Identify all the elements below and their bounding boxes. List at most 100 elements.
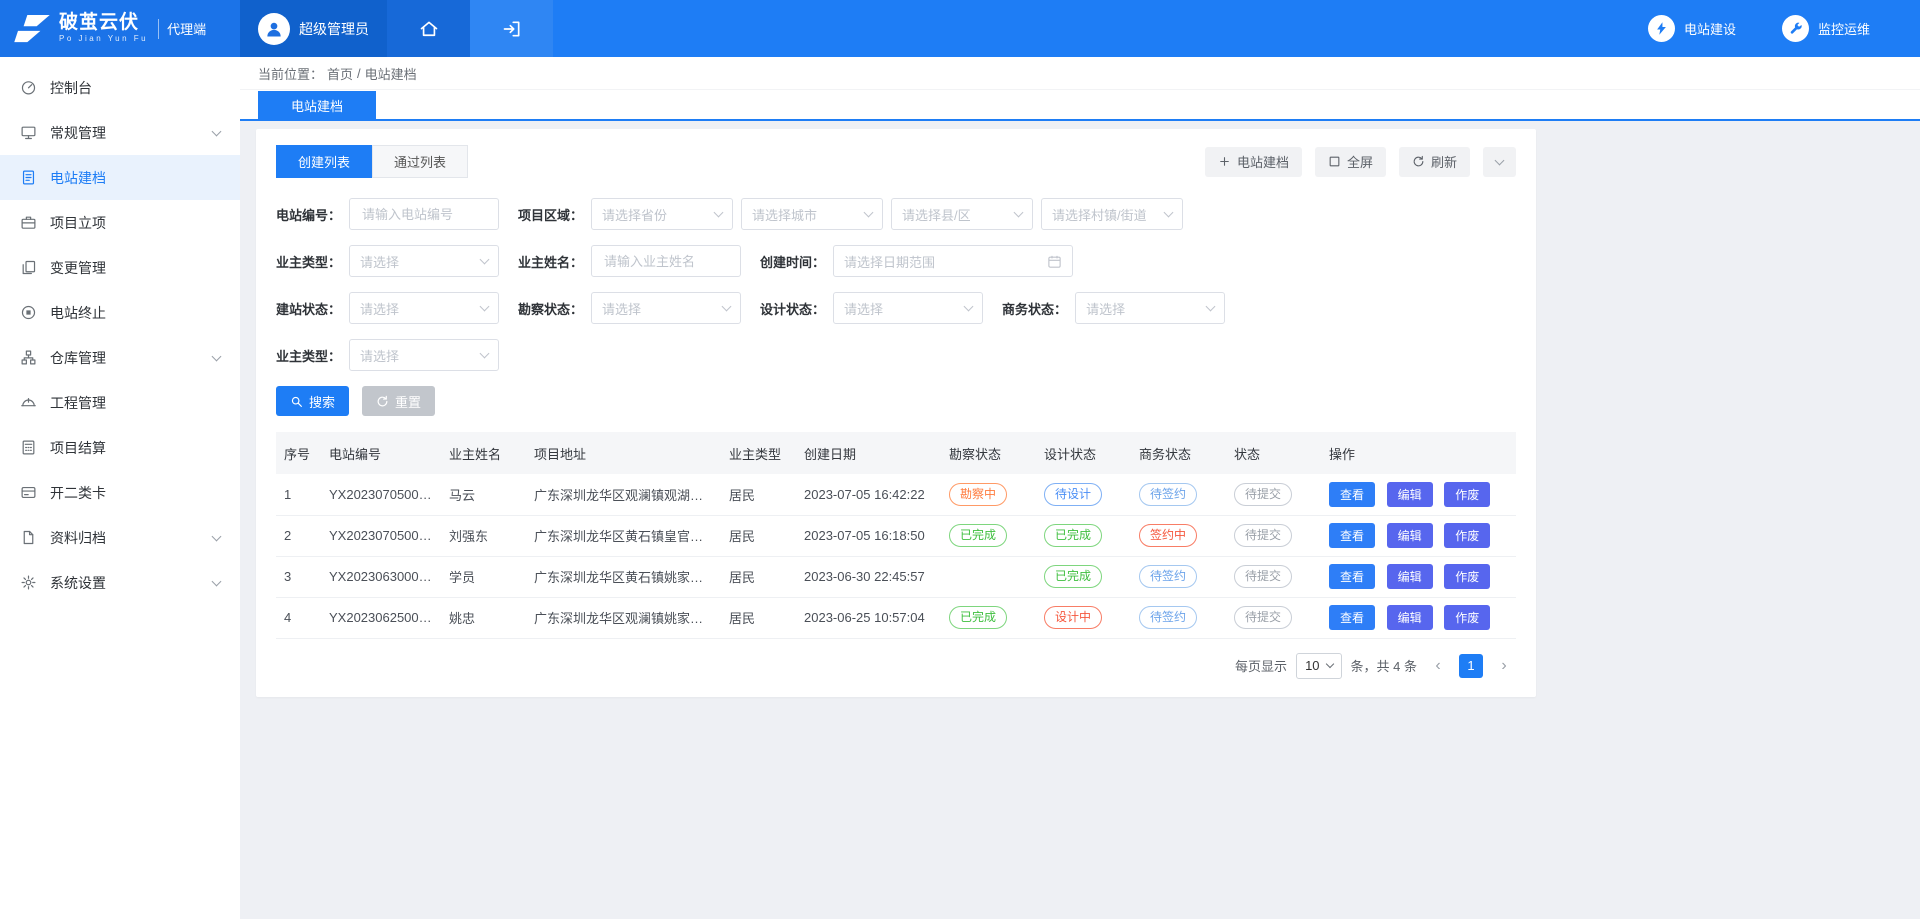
lightning-icon xyxy=(1654,21,1669,36)
calculator-icon xyxy=(20,439,37,456)
table-row: 2 YX2023070500010 刘强东 广东深圳龙华区黄石镇皇官大… 居民 … xyxy=(276,515,1516,556)
chevron-down-icon xyxy=(864,208,874,218)
sidebar-item-engineering-mgmt[interactable]: 工程管理 xyxy=(0,380,240,425)
nav-station-build[interactable]: 电站建设 xyxy=(1648,15,1736,42)
design-status-select[interactable]: 请选择 xyxy=(833,292,983,324)
edit-button[interactable]: 编辑 xyxy=(1387,482,1433,507)
chevron-down-icon xyxy=(964,302,974,312)
sidebar-item-class2-card[interactable]: 开二类卡 xyxy=(0,470,240,515)
table-header-row: 序号 电站编号 业主姓名 项目地址 业主类型 创建日期 勘察状态 设计状态 商务… xyxy=(276,432,1516,474)
sidebar-item-console[interactable]: 控制台 xyxy=(0,65,240,110)
nav-monitor-ops[interactable]: 监控运维 xyxy=(1782,15,1870,42)
chevron-down-icon xyxy=(1206,302,1216,312)
sidebar: 控制台 常规管理 电站建档 项目立项 变更管理 电站终止 仓库管理 工程管理 项… xyxy=(0,57,240,919)
pagination: 每页显示 10 条，共 4 条 ‹ 1 › xyxy=(276,653,1516,679)
tab-create-list[interactable]: 创建列表 xyxy=(276,145,372,178)
void-button[interactable]: 作废 xyxy=(1444,564,1490,589)
plus-icon xyxy=(1218,155,1231,168)
owner-name-input[interactable] xyxy=(602,253,730,270)
date-range-picker[interactable]: 请选择日期范围 xyxy=(833,245,1073,277)
void-button[interactable]: 作废 xyxy=(1444,523,1490,548)
dashboard-icon xyxy=(20,79,37,96)
county-select[interactable]: 请选择县/区 xyxy=(891,198,1033,230)
breadcrumb-current: 电站建档 xyxy=(365,64,417,83)
void-button[interactable]: 作废 xyxy=(1444,605,1490,630)
design-status-badge: 已完成 xyxy=(1044,524,1102,547)
status-badge: 待提交 xyxy=(1234,565,1292,588)
sidebar-item-project-initiation[interactable]: 项目立项 xyxy=(0,200,240,245)
logout-icon xyxy=(502,19,522,39)
view-button[interactable]: 查看 xyxy=(1329,564,1375,589)
page-tab-station-archive[interactable]: 电站建档 xyxy=(258,91,376,119)
view-button[interactable]: 查看 xyxy=(1329,482,1375,507)
home-button[interactable] xyxy=(387,0,470,57)
city-select[interactable]: 请选择城市 xyxy=(741,198,883,230)
refresh-icon xyxy=(1412,155,1425,168)
home-icon xyxy=(419,19,439,39)
page-tab-strip: 电站建档 xyxy=(240,90,1920,121)
void-button[interactable]: 作废 xyxy=(1444,482,1490,507)
station-code-input-wrap xyxy=(349,198,499,230)
build-status-select[interactable]: 请选择 xyxy=(349,292,499,324)
warehouse-icon xyxy=(20,349,37,366)
logout-button[interactable] xyxy=(470,0,553,57)
next-page-button[interactable]: › xyxy=(1492,654,1516,678)
owner-type2-select[interactable]: 请选择 xyxy=(349,339,499,371)
survey-status-select[interactable]: 请选择 xyxy=(591,292,741,324)
status-badge: 待提交 xyxy=(1234,524,1292,547)
station-code-input[interactable] xyxy=(360,206,488,223)
view-button[interactable]: 查看 xyxy=(1329,523,1375,548)
reset-button[interactable]: 重置 xyxy=(362,386,435,416)
chevron-down-icon xyxy=(1014,208,1024,218)
sidebar-item-system-settings[interactable]: 系统设置 xyxy=(0,560,240,605)
calendar-icon xyxy=(1047,254,1062,269)
sidebar-item-warehouse-mgmt[interactable]: 仓库管理 xyxy=(0,335,240,380)
reset-icon xyxy=(376,395,389,408)
user-menu[interactable]: 超级管理员 xyxy=(240,0,387,57)
helmet-icon xyxy=(20,394,37,411)
town-select[interactable]: 请选择村镇/街道 xyxy=(1041,198,1183,230)
breadcrumb-home-link[interactable]: 首页 xyxy=(327,64,353,83)
table-row: 3 YX2023063000009 学员 广东深圳龙华区黄石镇姚家庄… 居民 2… xyxy=(276,556,1516,597)
view-button[interactable]: 查看 xyxy=(1329,605,1375,630)
sidebar-item-data-archive[interactable]: 资料归档 xyxy=(0,515,240,560)
business-status-badge: 待签约 xyxy=(1139,565,1197,588)
stations-table: 序号 电站编号 业主姓名 项目地址 业主类型 创建日期 勘察状态 设计状态 商务… xyxy=(276,432,1516,639)
brand-title: 破茧云伏 xyxy=(59,13,148,33)
edit-button[interactable]: 编辑 xyxy=(1387,523,1433,548)
search-button[interactable]: 搜索 xyxy=(276,386,349,416)
chevron-down-icon xyxy=(480,302,490,312)
prev-page-button[interactable]: ‹ xyxy=(1426,654,1450,678)
status-badge: 待提交 xyxy=(1234,483,1292,506)
survey-status-badge: 已完成 xyxy=(949,524,1007,547)
chevron-down-icon xyxy=(480,349,490,359)
business-status-select[interactable]: 请选择 xyxy=(1075,292,1225,324)
archive-icon xyxy=(20,529,37,546)
edit-button[interactable]: 编辑 xyxy=(1387,564,1433,589)
chevron-down-icon xyxy=(212,576,222,586)
refresh-button[interactable]: 刷新 xyxy=(1399,147,1470,177)
app-header: 破茧云伏 Po Jian Yun Fu 代理端 超级管理员 xyxy=(0,0,1920,57)
brand-divider xyxy=(158,19,159,39)
logo-icon xyxy=(14,15,50,43)
copy-icon xyxy=(20,259,37,276)
owner-type-select[interactable]: 请选择 xyxy=(349,245,499,277)
avatar xyxy=(258,13,290,45)
brand-subtitle: Po Jian Yun Fu xyxy=(59,35,148,43)
document-icon xyxy=(20,169,37,186)
sidebar-item-project-settlement[interactable]: 项目结算 xyxy=(0,425,240,470)
design-status-badge: 已完成 xyxy=(1044,565,1102,588)
per-page-select[interactable]: 10 xyxy=(1296,653,1341,679)
create-station-button[interactable]: 电站建档 xyxy=(1205,147,1302,177)
fullscreen-button[interactable]: 全屏 xyxy=(1315,147,1386,177)
page-number-1[interactable]: 1 xyxy=(1459,654,1483,678)
sidebar-item-station-archive[interactable]: 电站建档 xyxy=(0,155,240,200)
sidebar-item-station-terminate[interactable]: 电站终止 xyxy=(0,290,240,335)
sidebar-item-change-mgmt[interactable]: 变更管理 xyxy=(0,245,240,290)
search-icon xyxy=(290,395,303,408)
collapse-button[interactable] xyxy=(1483,147,1516,177)
edit-button[interactable]: 编辑 xyxy=(1387,605,1433,630)
tab-passed-list[interactable]: 通过列表 xyxy=(372,145,468,178)
province-select[interactable]: 请选择省份 xyxy=(591,198,733,230)
sidebar-item-general-mgmt[interactable]: 常规管理 xyxy=(0,110,240,155)
